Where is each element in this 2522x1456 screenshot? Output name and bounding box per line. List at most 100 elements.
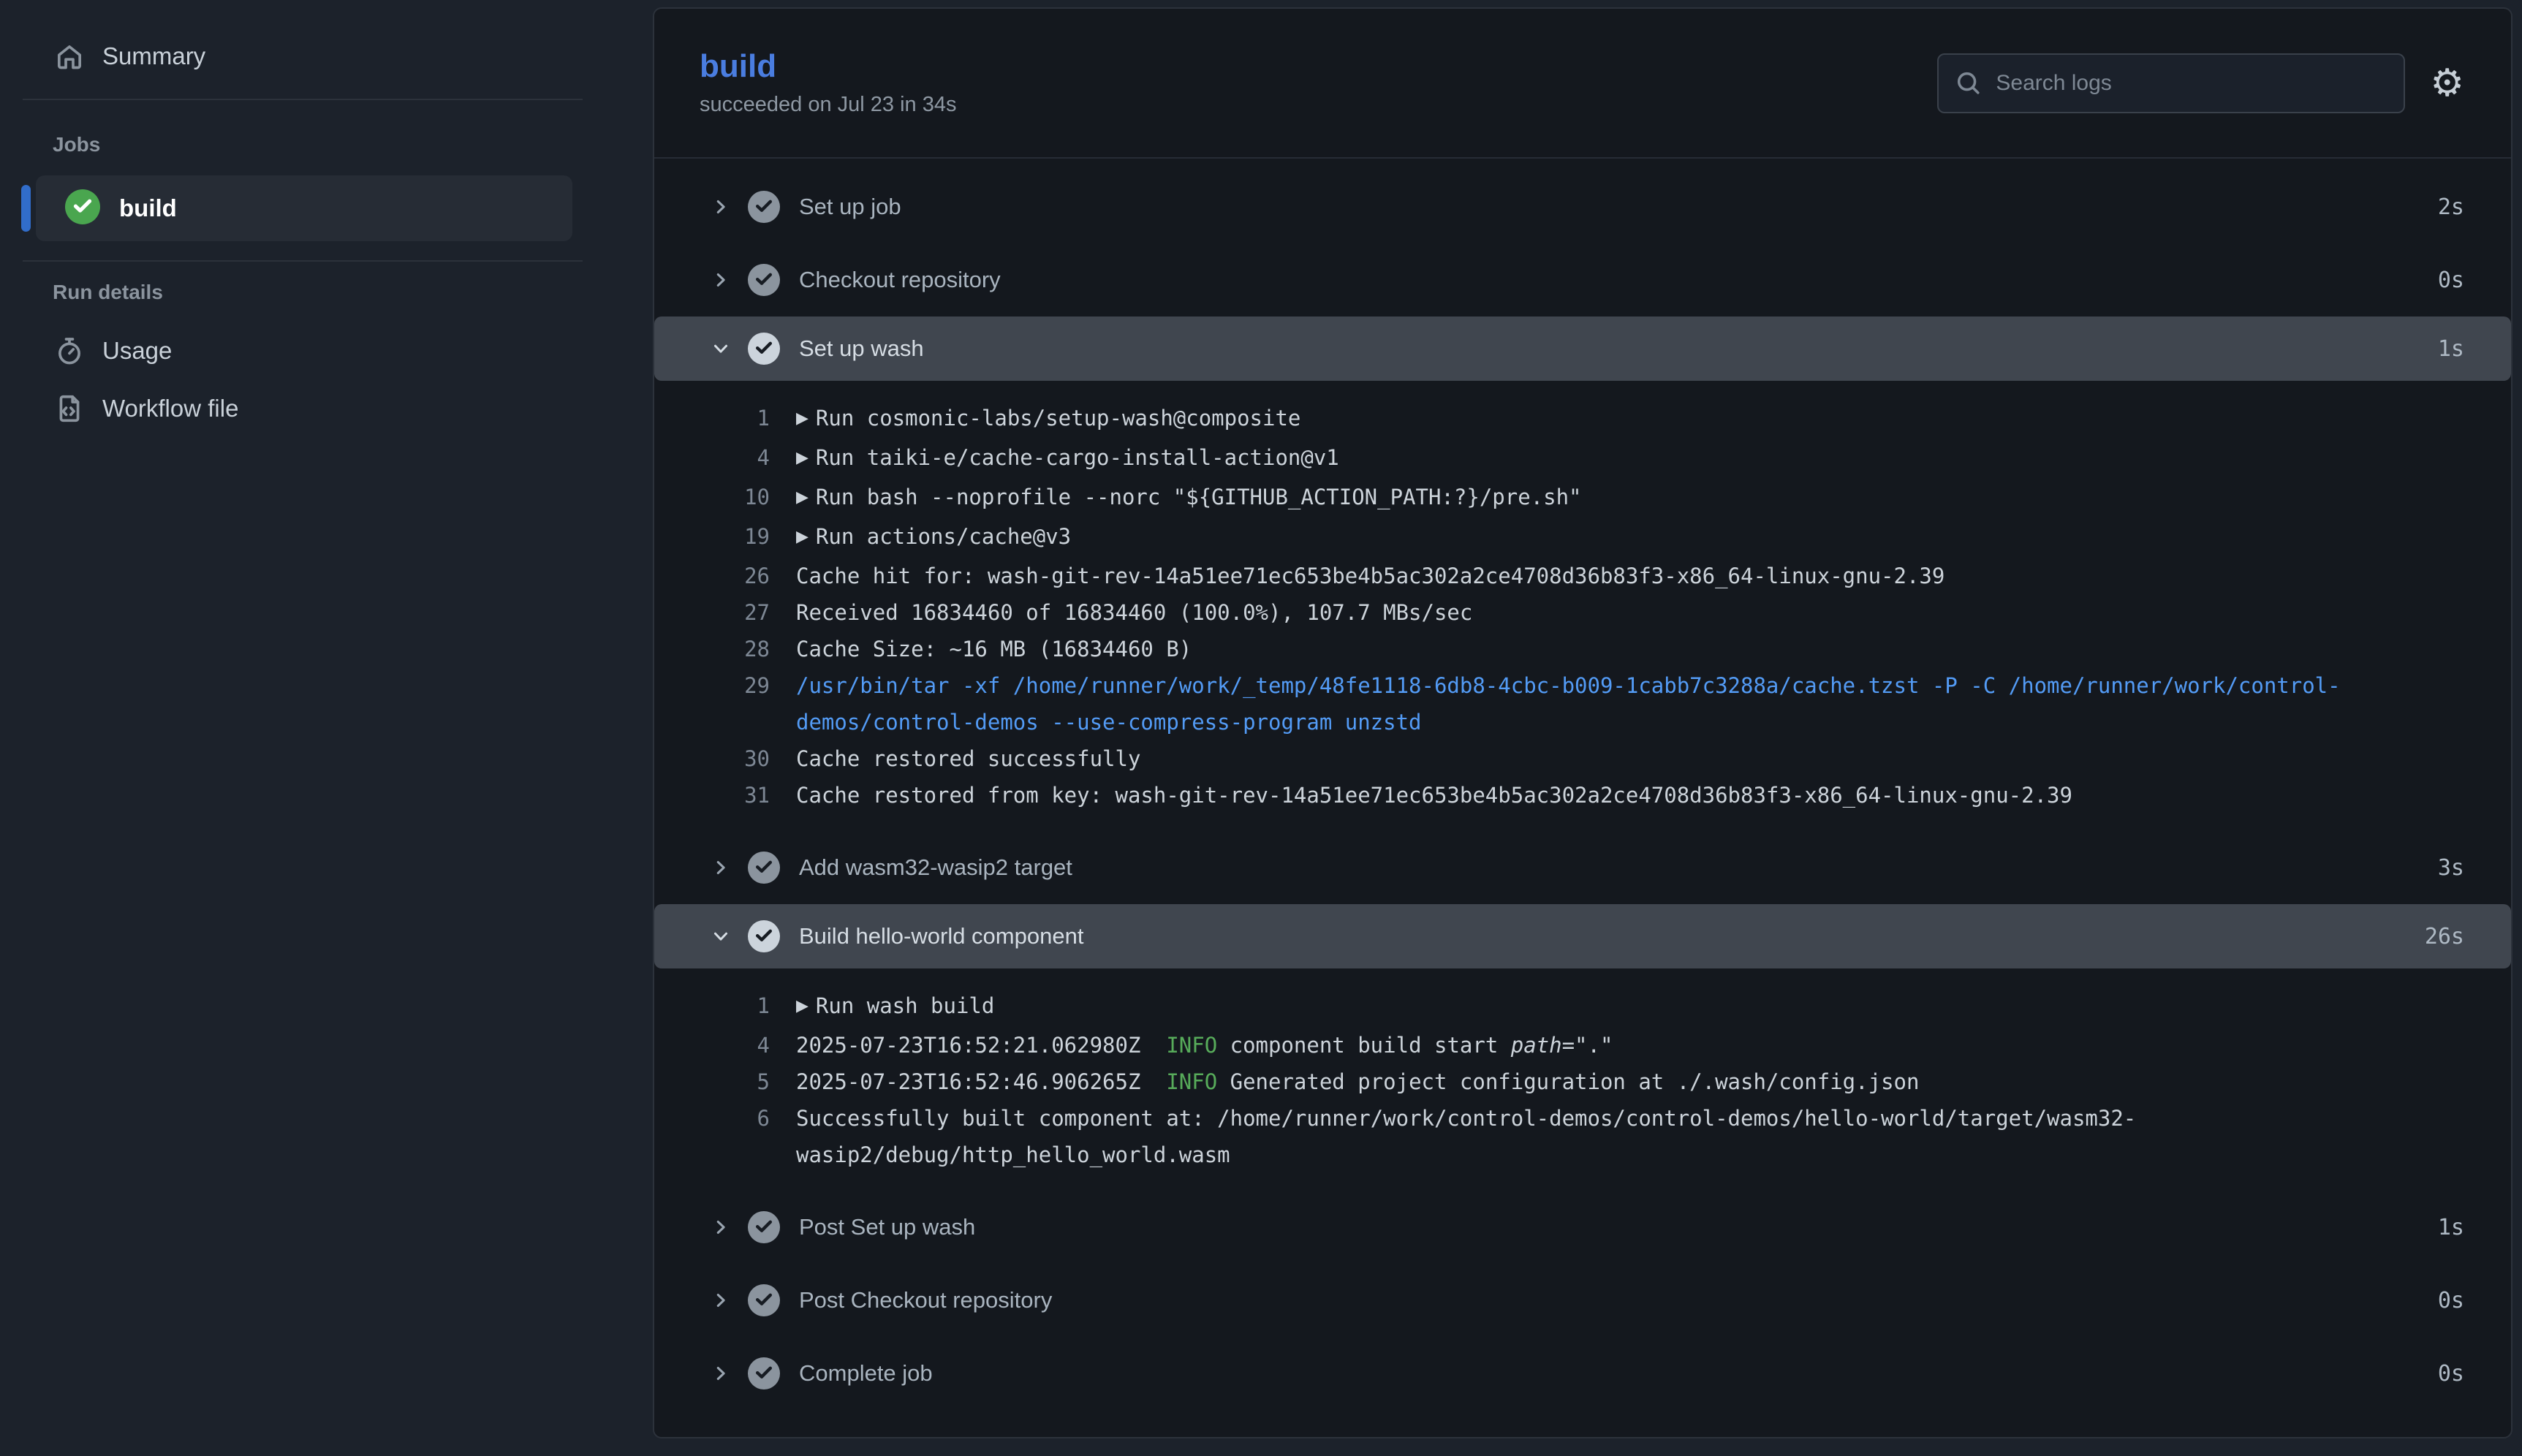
sidebar-item-label: Usage — [102, 337, 172, 365]
log-block: 1 ▶Run cosmonic-labs/setup-wash@composite… — [654, 381, 2511, 831]
sidebar: Summary Jobs build Run details — [0, 0, 652, 1456]
log-text: ▶Run actions/cache@v3 — [796, 518, 1071, 558]
sidebar-item-summary[interactable]: Summary — [0, 31, 652, 82]
log-text: 2025-07-23T16:52:21.062980Z INFO compone… — [796, 1027, 1613, 1063]
line-number[interactable]: 28 — [700, 631, 770, 667]
step-label: Set up job — [799, 194, 2438, 220]
log-text: /usr/bin/tar -xf /home/runner/work/_temp… — [796, 667, 2341, 704]
step-row[interactable]: Set up wash1s — [654, 316, 2511, 381]
step-row[interactable]: Checkout repository0s — [654, 243, 2511, 316]
line-number[interactable]: 27 — [700, 594, 770, 631]
active-job-indicator — [21, 185, 31, 232]
log-line: 31Cache restored from key: wash-git-rev-… — [700, 777, 2464, 814]
line-number[interactable]: 30 — [700, 740, 770, 777]
line-number[interactable]: 19 — [700, 518, 770, 558]
sidebar-item-build[interactable]: build — [36, 175, 572, 241]
step-row[interactable]: Build hello-world component26s — [654, 904, 2511, 968]
step-row[interactable]: Post Checkout repository0s — [654, 1264, 2511, 1337]
log-text: Cache hit for: wash-git-rev-14a51ee71ec6… — [796, 558, 1944, 594]
step-row[interactable]: Set up job2s — [654, 170, 2511, 243]
step-duration: 2s — [2438, 194, 2464, 220]
line-number[interactable]: 29 — [700, 667, 770, 704]
check-circle-icon — [748, 920, 780, 952]
step-row[interactable]: Complete job0s — [654, 1337, 2511, 1410]
log-text: ▶Run taiki-e/cache-cargo-install-action@… — [796, 439, 1339, 479]
check-circle-icon — [748, 1284, 780, 1316]
log-text: Cache Size: ~16 MB (16834460 B) — [796, 631, 1192, 667]
check-circle-icon — [748, 852, 780, 884]
job-header: build succeeded on Jul 23 in 34s ⚙ — [654, 9, 2511, 159]
line-number[interactable]: 10 — [700, 479, 770, 518]
job-name: build — [119, 194, 177, 222]
log-text: Received 16834460 of 16834460 (100.0%), … — [796, 594, 1472, 631]
step-label: Complete job — [799, 1360, 2438, 1387]
step-label: Set up wash — [799, 335, 2438, 362]
step-duration: 1s — [2438, 336, 2464, 362]
log-text: 2025-07-23T16:52:46.906265Z INFO Generat… — [796, 1063, 1919, 1100]
play-triangle-icon: ▶ — [796, 409, 809, 428]
search-icon — [1955, 69, 1983, 97]
log-line: 30 Cache restored successfully — [700, 740, 2464, 777]
step-label: Post Checkout repository — [799, 1287, 2438, 1313]
log-line: 28 Cache Size: ~16 MB (16834460 B) — [700, 631, 2464, 667]
stopwatch-icon — [53, 334, 86, 368]
log-text: ▶Run bash --noprofile --norc "${GITHUB_A… — [796, 479, 1582, 518]
step-row[interactable]: Add wasm32-wasip2 target3s — [654, 831, 2511, 904]
line-number[interactable]: 4 — [700, 439, 770, 479]
log-line: 5 2025-07-23T16:52:46.906265Z INFO Genera… — [700, 1063, 2464, 1100]
search-input[interactable] — [1994, 70, 2387, 96]
file-code-icon — [53, 392, 86, 425]
check-circle-icon — [65, 189, 100, 228]
search-box[interactable] — [1937, 53, 2405, 113]
chevron-right-icon — [710, 1289, 732, 1311]
log-line: 10 ▶Run bash --noprofile --norc "${GITHUB… — [700, 479, 2464, 518]
workflow-run-page: Summary Jobs build Run details — [0, 0, 2522, 1456]
log-line: 4 2025-07-23T16:52:21.062980Z INFO compon… — [700, 1027, 2464, 1063]
chevron-right-icon — [710, 1362, 732, 1384]
log-text: Successfully built component at: /home/r… — [796, 1100, 2136, 1137]
line-number[interactable]: 1 — [700, 987, 770, 1027]
check-circle-icon — [748, 191, 780, 223]
step-duration: 1s — [2438, 1215, 2464, 1240]
line-number[interactable]: 5 — [700, 1063, 770, 1100]
chevron-right-icon — [710, 269, 732, 291]
job-subtitle: succeeded on Jul 23 in 34s — [700, 93, 1937, 117]
step-label: Post Set up wash — [799, 1214, 2438, 1240]
step-label: Add wasm32-wasip2 target — [799, 854, 2438, 881]
gear-icon[interactable]: ⚙ — [2430, 64, 2464, 102]
step-row[interactable]: Post Set up wash1s — [654, 1191, 2511, 1264]
log-line: 4 ▶Run taiki-e/cache-cargo-install-action… — [700, 439, 2464, 479]
log-text: Cache restored successfully — [796, 740, 1140, 777]
log-line: 19 ▶Run actions/cache@v3 — [700, 518, 2464, 558]
line-number[interactable]: 6 — [700, 1100, 770, 1137]
play-triangle-icon: ▶ — [796, 997, 809, 1015]
sidebar-divider — [23, 99, 583, 100]
step-duration: 0s — [2438, 268, 2464, 293]
chevron-down-icon — [710, 925, 732, 947]
log-text: ▶Run cosmonic-labs/setup-wash@composite — [796, 400, 1300, 439]
line-number[interactable]: 4 — [700, 1027, 770, 1063]
log-text: demos/control-demos --use-compress-progr… — [796, 704, 1422, 740]
job-title[interactable]: build — [700, 49, 1937, 84]
sidebar-divider — [23, 260, 583, 262]
run-details-heading: Run details — [53, 281, 163, 304]
log-text: ▶Run wash build — [796, 987, 994, 1027]
step-label: Checkout repository — [799, 267, 2438, 293]
play-triangle-icon: ▶ — [796, 528, 809, 546]
home-icon — [53, 39, 86, 73]
check-circle-icon — [748, 1211, 780, 1243]
line-number[interactable]: 31 — [700, 777, 770, 814]
log-line: 27 Received 16834460 of 16834460 (100.0%)… — [700, 594, 2464, 631]
log-text: wasip2/debug/http_hello_world.wasm — [796, 1137, 1230, 1173]
line-number — [700, 704, 770, 740]
log-line: 29/usr/bin/tar -xf /home/runner/work/_te… — [700, 667, 2464, 704]
sidebar-item-usage[interactable]: Usage — [0, 325, 652, 376]
job-log-panel: build succeeded on Jul 23 in 34s ⚙ Set u… — [653, 7, 2512, 1438]
play-triangle-icon: ▶ — [796, 449, 809, 467]
line-number[interactable]: 26 — [700, 558, 770, 594]
sidebar-item-label: Workflow file — [102, 395, 238, 422]
sidebar-item-workflow-file[interactable]: Workflow file — [0, 383, 652, 434]
line-number[interactable]: 1 — [700, 400, 770, 439]
job-title-block: build succeeded on Jul 23 in 34s — [700, 49, 1937, 117]
check-circle-icon — [748, 333, 780, 365]
